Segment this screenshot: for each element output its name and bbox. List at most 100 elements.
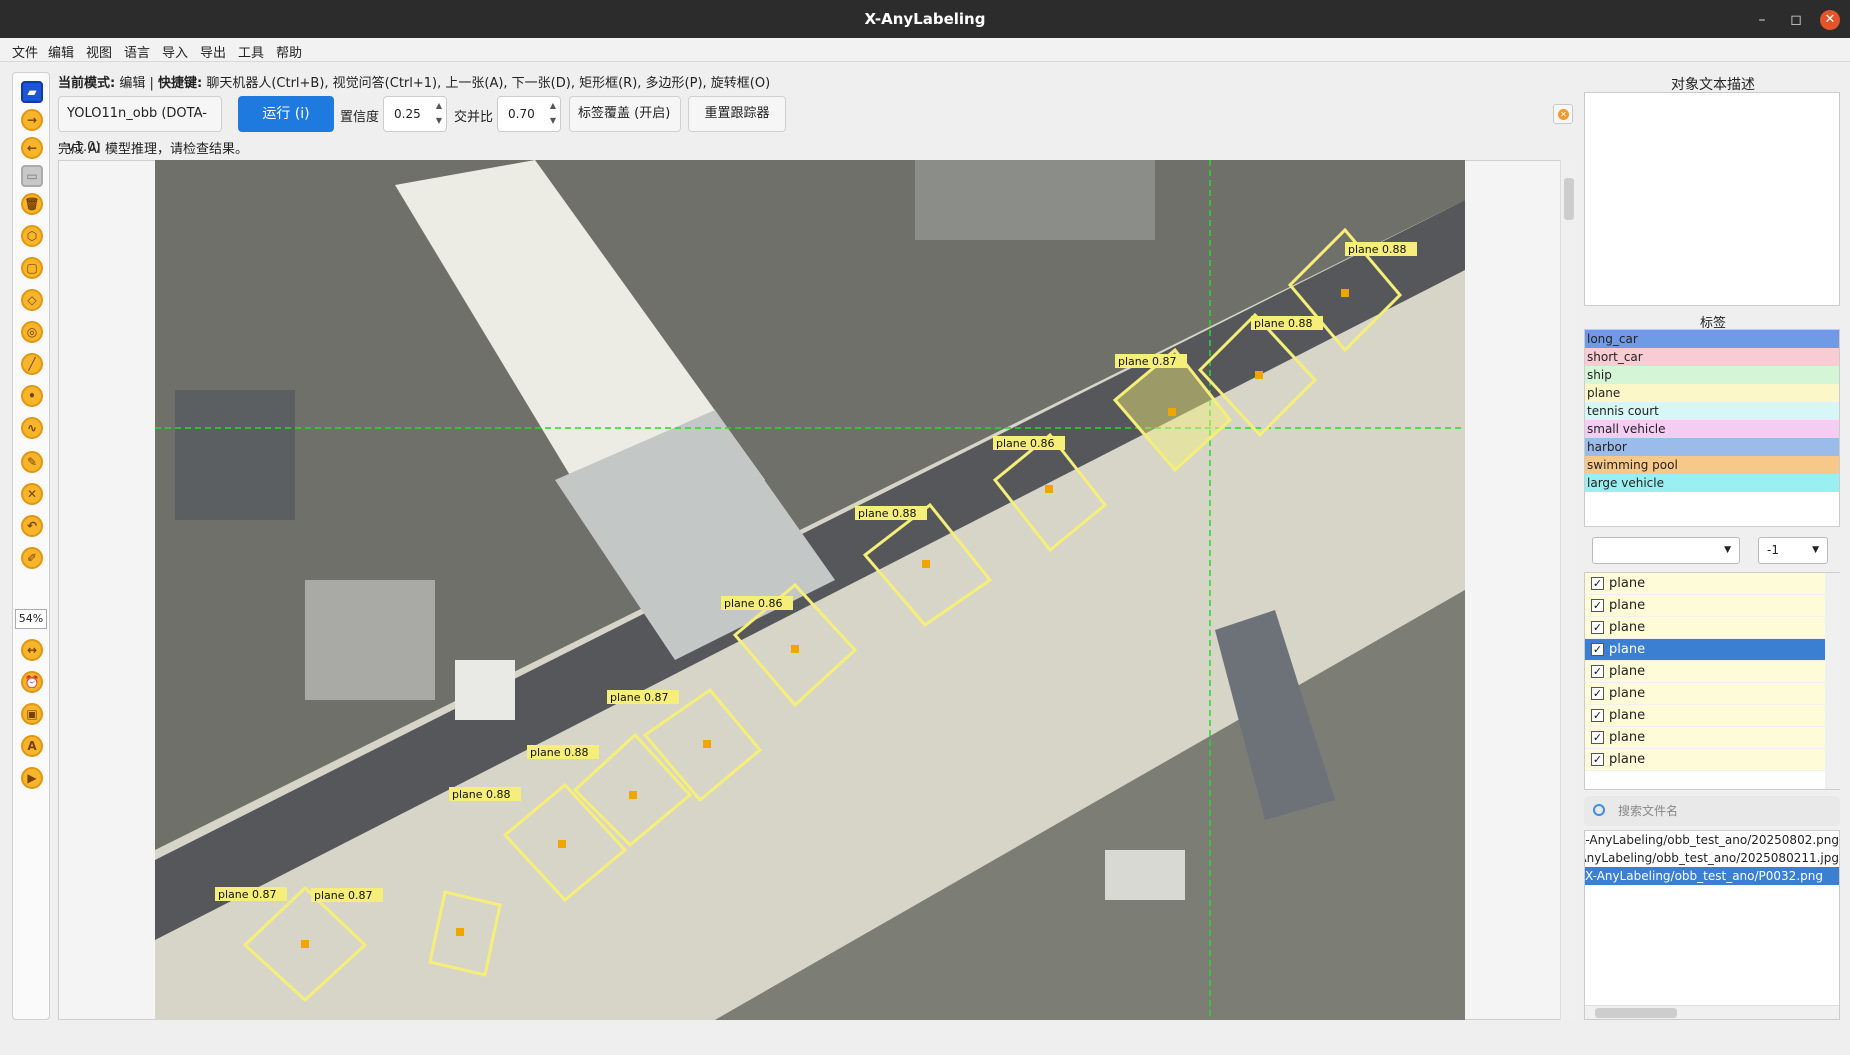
visibility-checkbox[interactable]: ✓ xyxy=(1591,621,1604,634)
zoom-level[interactable]: 54% xyxy=(15,609,47,629)
object-list-scrollbar[interactable] xyxy=(1825,573,1840,789)
confidence-spinbox[interactable]: 0.25 ▲ ▼ xyxy=(383,96,447,132)
reset-tracker-button[interactable]: 重置跟踪器 xyxy=(688,96,786,132)
object-list-item[interactable]: ✓ plane xyxy=(1585,573,1825,595)
prev-image-icon[interactable]: ← xyxy=(21,137,43,159)
search-placeholder: 搜索文件名 xyxy=(1618,804,1679,818)
delete-icon[interactable]: ✕ xyxy=(21,483,43,505)
menu-import[interactable]: 导入 xyxy=(162,42,188,61)
group-id-combo[interactable]: -1 ▼ xyxy=(1758,537,1828,564)
file-list[interactable]: X-AnyLabeling/obb_test_ano/20250802.png X… xyxy=(1584,830,1840,1020)
minimize-icon[interactable]: – xyxy=(1752,10,1772,30)
circle-icon[interactable]: ◎ xyxy=(21,321,43,343)
label-item[interactable]: swimming pool xyxy=(1585,456,1839,474)
close-icon: ✕ xyxy=(1558,109,1569,120)
iou-spinbox[interactable]: 0.70 ▲ ▼ xyxy=(497,96,561,132)
object-list-item[interactable]: ✓ plane xyxy=(1585,617,1825,639)
scroll-thumb[interactable] xyxy=(1564,178,1574,220)
spin-down-icon[interactable]: ▼ xyxy=(550,104,556,138)
undo-icon[interactable]: ↶ xyxy=(21,515,43,537)
menu-help[interactable]: 帮助 xyxy=(276,42,302,61)
menu-language[interactable]: 语言 xyxy=(124,42,150,61)
play-icon[interactable]: ▶ xyxy=(21,767,43,789)
object-description-box[interactable] xyxy=(1584,92,1840,306)
label-item[interactable]: long_car xyxy=(1585,330,1839,348)
rectangle-icon[interactable]: ▢ xyxy=(21,257,43,279)
mode-value: 编辑 | xyxy=(115,76,158,91)
visibility-checkbox[interactable]: ✓ xyxy=(1591,643,1604,656)
menu-tools[interactable]: 工具 xyxy=(238,42,264,61)
left-toolbar: ▰ → ← ▭ 🗑 ⬡ ▢ ◇ ◎ ╱ • ∿ ✎ ✕ ↶ ✐ 54% ↔ ⏰ … xyxy=(12,72,50,1020)
scroll-thumb[interactable] xyxy=(1595,1008,1677,1018)
object-list-item[interactable]: ✓ plane xyxy=(1585,727,1825,749)
linestrip-icon[interactable]: ∿ xyxy=(21,417,43,439)
detection-label: plane 0.88 xyxy=(1348,243,1407,256)
menu-export[interactable]: 导出 xyxy=(200,42,226,61)
object-list-item[interactable]: ✓ plane xyxy=(1585,683,1825,705)
line-icon[interactable]: ╱ xyxy=(21,353,43,375)
detection-label: plane 0.87 xyxy=(314,889,373,902)
label-item[interactable]: harbor xyxy=(1585,438,1839,456)
file-search-input[interactable]: 搜索文件名 xyxy=(1584,796,1840,826)
polygon-icon[interactable]: ⬡ xyxy=(21,225,43,247)
group-combo[interactable]: ▼ xyxy=(1592,537,1740,564)
file-list-item[interactable]: X-AnyLabeling/obb_test_ano/2025080211.jp… xyxy=(1585,849,1839,867)
label-overlay-button[interactable]: 标签覆盖 (开启) xyxy=(569,96,681,132)
model-selector[interactable]: YOLO11n_obb (DOTA-v1.0) xyxy=(58,96,222,155)
visibility-checkbox[interactable]: ✓ xyxy=(1591,577,1604,590)
iou-label: 交并比 xyxy=(454,110,494,125)
run-button[interactable]: 运行 (i) xyxy=(238,96,334,132)
label-item[interactable]: ship xyxy=(1585,366,1839,384)
save-icon[interactable]: ▭ xyxy=(21,165,43,187)
label-item[interactable]: large vehicle xyxy=(1585,474,1839,492)
object-label: plane xyxy=(1609,620,1646,635)
delete-file-icon[interactable]: 🗑 xyxy=(21,193,43,215)
next-image-icon[interactable]: → xyxy=(21,109,43,131)
object-label: plane xyxy=(1609,598,1646,613)
label-item[interactable]: plane xyxy=(1585,384,1839,402)
visibility-checkbox[interactable]: ✓ xyxy=(1591,709,1604,722)
canvas-vscrollbar[interactable] xyxy=(1560,160,1576,1020)
file-list-hscrollbar[interactable] xyxy=(1585,1005,1839,1019)
fit-width-icon[interactable]: ↔ xyxy=(21,639,43,661)
visibility-checkbox[interactable]: ✓ xyxy=(1591,599,1604,612)
object-list-item[interactable]: ✓ plane xyxy=(1585,705,1825,727)
point-icon[interactable]: • xyxy=(21,385,43,407)
visibility-checkbox[interactable]: ✓ xyxy=(1591,753,1604,766)
label-item[interactable]: short_car xyxy=(1585,348,1839,366)
open-folder-icon[interactable]: ▰ xyxy=(21,81,43,103)
spin-down-icon[interactable]: ▼ xyxy=(436,104,442,138)
menu-bar: 文件 编辑 视图 语言 导入 导出 工具 帮助 xyxy=(0,38,1850,62)
close-icon[interactable]: ✕ xyxy=(1820,10,1840,30)
edit-icon[interactable]: ✎ xyxy=(21,451,43,473)
alarm-icon[interactable]: ⏰ xyxy=(21,671,43,693)
menu-file[interactable]: 文件 xyxy=(12,42,38,61)
ai-icon[interactable]: A xyxy=(21,735,43,757)
label-item[interactable]: small vehicle xyxy=(1585,420,1839,438)
image-icon[interactable]: ▣ xyxy=(21,703,43,725)
visibility-checkbox[interactable]: ✓ xyxy=(1591,687,1604,700)
file-list-item[interactable]: X-AnyLabeling/obb_test_ano/P0032.png xyxy=(1585,867,1839,885)
shortcut-list: 聊天机器人(Ctrl+B), 视觉问答(Ctrl+1), 上一张(A), 下一张… xyxy=(202,76,771,91)
label-item[interactable]: tennis court xyxy=(1585,402,1839,420)
aerial-image-svg: plane 0.88 plane 0.88 plane 0.87 plane 0… xyxy=(155,160,1465,1020)
file-list-item[interactable]: X-AnyLabeling/obb_test_ano/20250802.png xyxy=(1585,831,1839,849)
visibility-checkbox[interactable]: ✓ xyxy=(1591,665,1604,678)
label-list[interactable]: long_car short_car ship plane tennis court sm… xyxy=(1584,329,1840,527)
rotation-icon[interactable]: ◇ xyxy=(21,289,43,311)
visibility-checkbox[interactable]: ✓ xyxy=(1591,731,1604,744)
building xyxy=(175,390,295,520)
object-list-item[interactable]: ✓ plane xyxy=(1585,595,1825,617)
aerial-image[interactable]: plane 0.88 plane 0.88 plane 0.87 plane 0… xyxy=(155,160,1465,1020)
detection-label: plane 0.87 xyxy=(1118,355,1177,368)
menu-edit[interactable]: 编辑 xyxy=(48,42,74,61)
object-list[interactable]: ✓ plane ✓ plane ✓ plane ✓ plane ✓ plane ✓ plane ✓ pla… xyxy=(1584,572,1840,790)
object-description-title: 对象文本描述 xyxy=(1671,77,1755,93)
close-panel-button[interactable]: ✕ xyxy=(1553,104,1573,124)
object-list-item[interactable]: ✓ plane xyxy=(1585,749,1825,771)
object-list-item[interactable]: ✓ plane xyxy=(1585,639,1825,661)
object-list-item[interactable]: ✓ plane xyxy=(1585,661,1825,683)
menu-view[interactable]: 视图 xyxy=(86,42,112,61)
brush-icon[interactable]: ✐ xyxy=(21,547,43,569)
maximize-icon[interactable]: ◻ xyxy=(1786,10,1806,30)
